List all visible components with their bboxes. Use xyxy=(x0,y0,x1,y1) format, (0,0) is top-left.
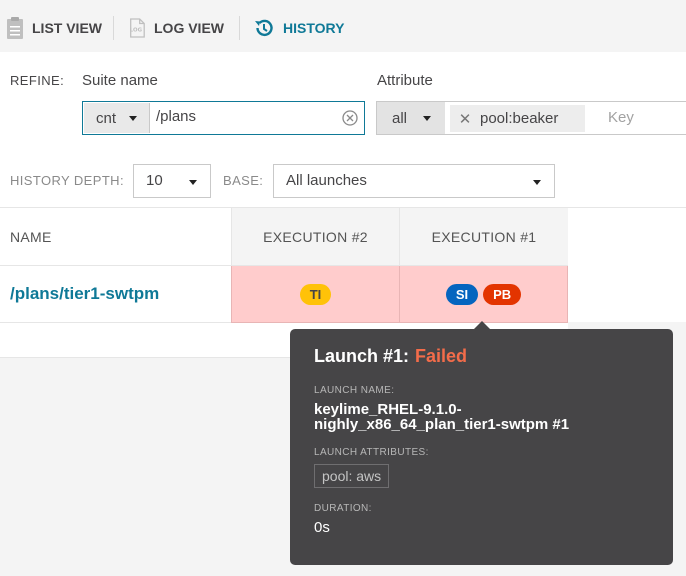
suite-name-input[interactable]: /plans xyxy=(156,108,196,125)
attribute-condition-value: all xyxy=(392,109,408,127)
svg-text:LOG: LOG xyxy=(130,28,143,34)
attribute-condition-dropdown[interactable]: all xyxy=(377,102,445,134)
column-header-filler xyxy=(568,208,686,266)
tab-list-view[interactable]: LIST VIEW xyxy=(6,13,102,43)
history-depth-label: HISTORY DEPTH: xyxy=(10,173,124,188)
attribute-title: Attribute xyxy=(377,72,433,89)
chevron-down-icon xyxy=(189,180,197,185)
tooltip-launch-number: Launch #1: xyxy=(314,346,410,366)
tab-divider xyxy=(239,16,240,40)
tooltip-status: Failed xyxy=(415,346,468,366)
tooltip-duration-label: DURATION: xyxy=(314,503,372,514)
tab-log-view[interactable]: LOG LOG VIEW xyxy=(128,13,224,43)
launch-tooltip: Launch #1: Failed LAUNCH NAME: keylime_RH… xyxy=(290,329,673,565)
chevron-down-icon xyxy=(129,116,137,121)
tab-log-view-label: LOG VIEW xyxy=(154,20,224,36)
history-icon xyxy=(253,16,275,40)
suite-condition-dropdown[interactable]: cnt xyxy=(84,103,150,133)
tooltip-attributes-label: LAUNCH ATTRIBUTES: xyxy=(314,447,429,458)
refine-label: REFINE: xyxy=(10,73,65,88)
suite-name-title: Suite name xyxy=(82,72,158,89)
attribute-filter: all ✕ pool:beaker Key xyxy=(376,101,686,135)
clipboard-icon xyxy=(6,16,24,40)
base-dropdown[interactable]: All launches xyxy=(273,164,555,198)
attribute-tag-label: pool:beaker xyxy=(480,110,559,127)
tooltip-launch-name-label: LAUNCH NAME: xyxy=(314,385,395,396)
column-header-name: NAME xyxy=(0,208,231,266)
history-depth-dropdown[interactable]: 10 xyxy=(133,164,211,198)
base-value: All launches xyxy=(286,172,367,189)
defect-badge-ti[interactable]: TI xyxy=(299,283,332,305)
table-row-name-link[interactable]: /plans/tier1-swtpm xyxy=(0,266,231,323)
tab-history[interactable]: HISTORY xyxy=(253,13,344,43)
attribute-key-input[interactable]: Key xyxy=(608,109,634,126)
view-tabs: LIST VIEW LOG LOG VIEW HISTORY xyxy=(0,0,686,52)
tooltip-title: Launch #1: Failed xyxy=(314,346,649,370)
remove-tag-icon[interactable]: ✕ xyxy=(450,110,480,128)
attribute-tag: ✕ pool:beaker xyxy=(450,105,585,132)
base-label: BASE: xyxy=(223,173,264,188)
history-depth-value: 10 xyxy=(146,172,163,189)
tooltip-launch-name: keylime_RHEL-9.1.0-nighly_x86_64_plan_ti… xyxy=(314,401,570,433)
tab-list-view-label: LIST VIEW xyxy=(32,20,102,36)
column-header-execution-1: EXECUTION #1 xyxy=(399,208,568,266)
tab-history-label: HISTORY xyxy=(283,20,345,36)
log-icon: LOG xyxy=(128,16,146,40)
tab-divider xyxy=(113,16,114,40)
column-header-execution-2: EXECUTION #2 xyxy=(231,208,399,266)
suite-condition-value: cnt xyxy=(96,109,117,127)
defect-badge-si[interactable]: SI xyxy=(445,283,479,305)
tooltip-attribute-tag: pool: aws xyxy=(314,464,390,488)
execution-2-cell[interactable]: TI xyxy=(231,266,399,323)
chevron-down-icon xyxy=(423,116,431,121)
execution-1-cell[interactable]: SI PB xyxy=(399,266,568,323)
defect-badge-pb[interactable]: PB xyxy=(483,283,522,305)
tooltip-duration: 0s xyxy=(314,519,330,536)
suite-name-filter: cnt /plans xyxy=(82,101,365,135)
clear-icon[interactable] xyxy=(342,110,358,126)
chevron-down-icon xyxy=(533,180,541,185)
